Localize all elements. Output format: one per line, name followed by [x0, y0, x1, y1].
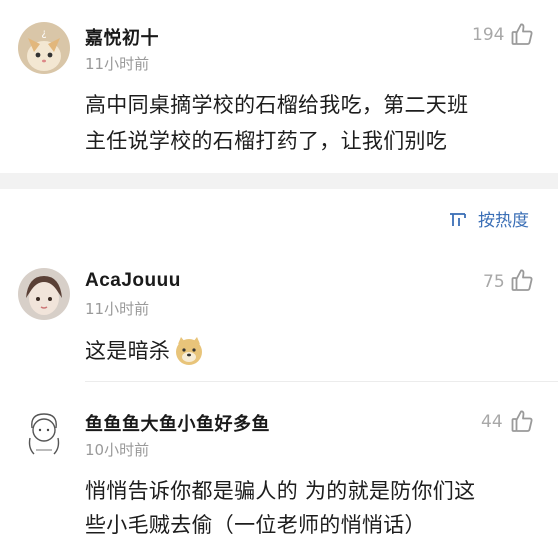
sort-label: 按热度 [478, 211, 529, 231]
comment-divider [85, 381, 558, 382]
comment-time: 10小时前 [85, 441, 150, 459]
thumbs-up-icon [511, 410, 533, 432]
svg-text:¿: ¿ [41, 28, 46, 39]
comment-text: 些小毛贼去偷（一位老师的悄悄话） [85, 513, 426, 537]
comment-author[interactable]: 鱼鱼鱼大鱼小鱼好多鱼 [85, 410, 270, 436]
thumbs-up-icon [511, 23, 533, 45]
like-button[interactable] [511, 268, 533, 292]
avatar[interactable] [18, 408, 70, 460]
section-separator [0, 173, 558, 189]
like-button[interactable] [511, 409, 533, 433]
like-count: 194 [472, 25, 505, 45]
comment-time: 11小时前 [85, 55, 150, 73]
like-count: 44 [481, 412, 503, 432]
like-button[interactable] [511, 22, 533, 46]
sort-icon [450, 212, 466, 226]
sort-toggle[interactable]: 按热度 [448, 206, 529, 231]
comment-text: 高中同桌摘学校的石榴给我吃，第二天班 [85, 93, 469, 117]
doge-emoji [176, 337, 203, 365]
like-count: 75 [483, 272, 505, 292]
comment-text: 这是暗杀 [85, 339, 171, 363]
comment-author[interactable]: 嘉悦初十 [85, 24, 159, 50]
thumbs-up-icon [511, 269, 533, 291]
comment-text: 主任说学校的石榴打药了，让我们别吃 [85, 129, 448, 153]
avatar[interactable]: ¿ [18, 22, 70, 74]
comment-author[interactable]: AcaJouuu [85, 270, 181, 292]
avatar[interactable] [18, 268, 70, 320]
comment-time: 11小时前 [85, 300, 150, 318]
comment-text: 悄悄告诉你都是骗人的 为的就是防你们这 [85, 479, 476, 503]
